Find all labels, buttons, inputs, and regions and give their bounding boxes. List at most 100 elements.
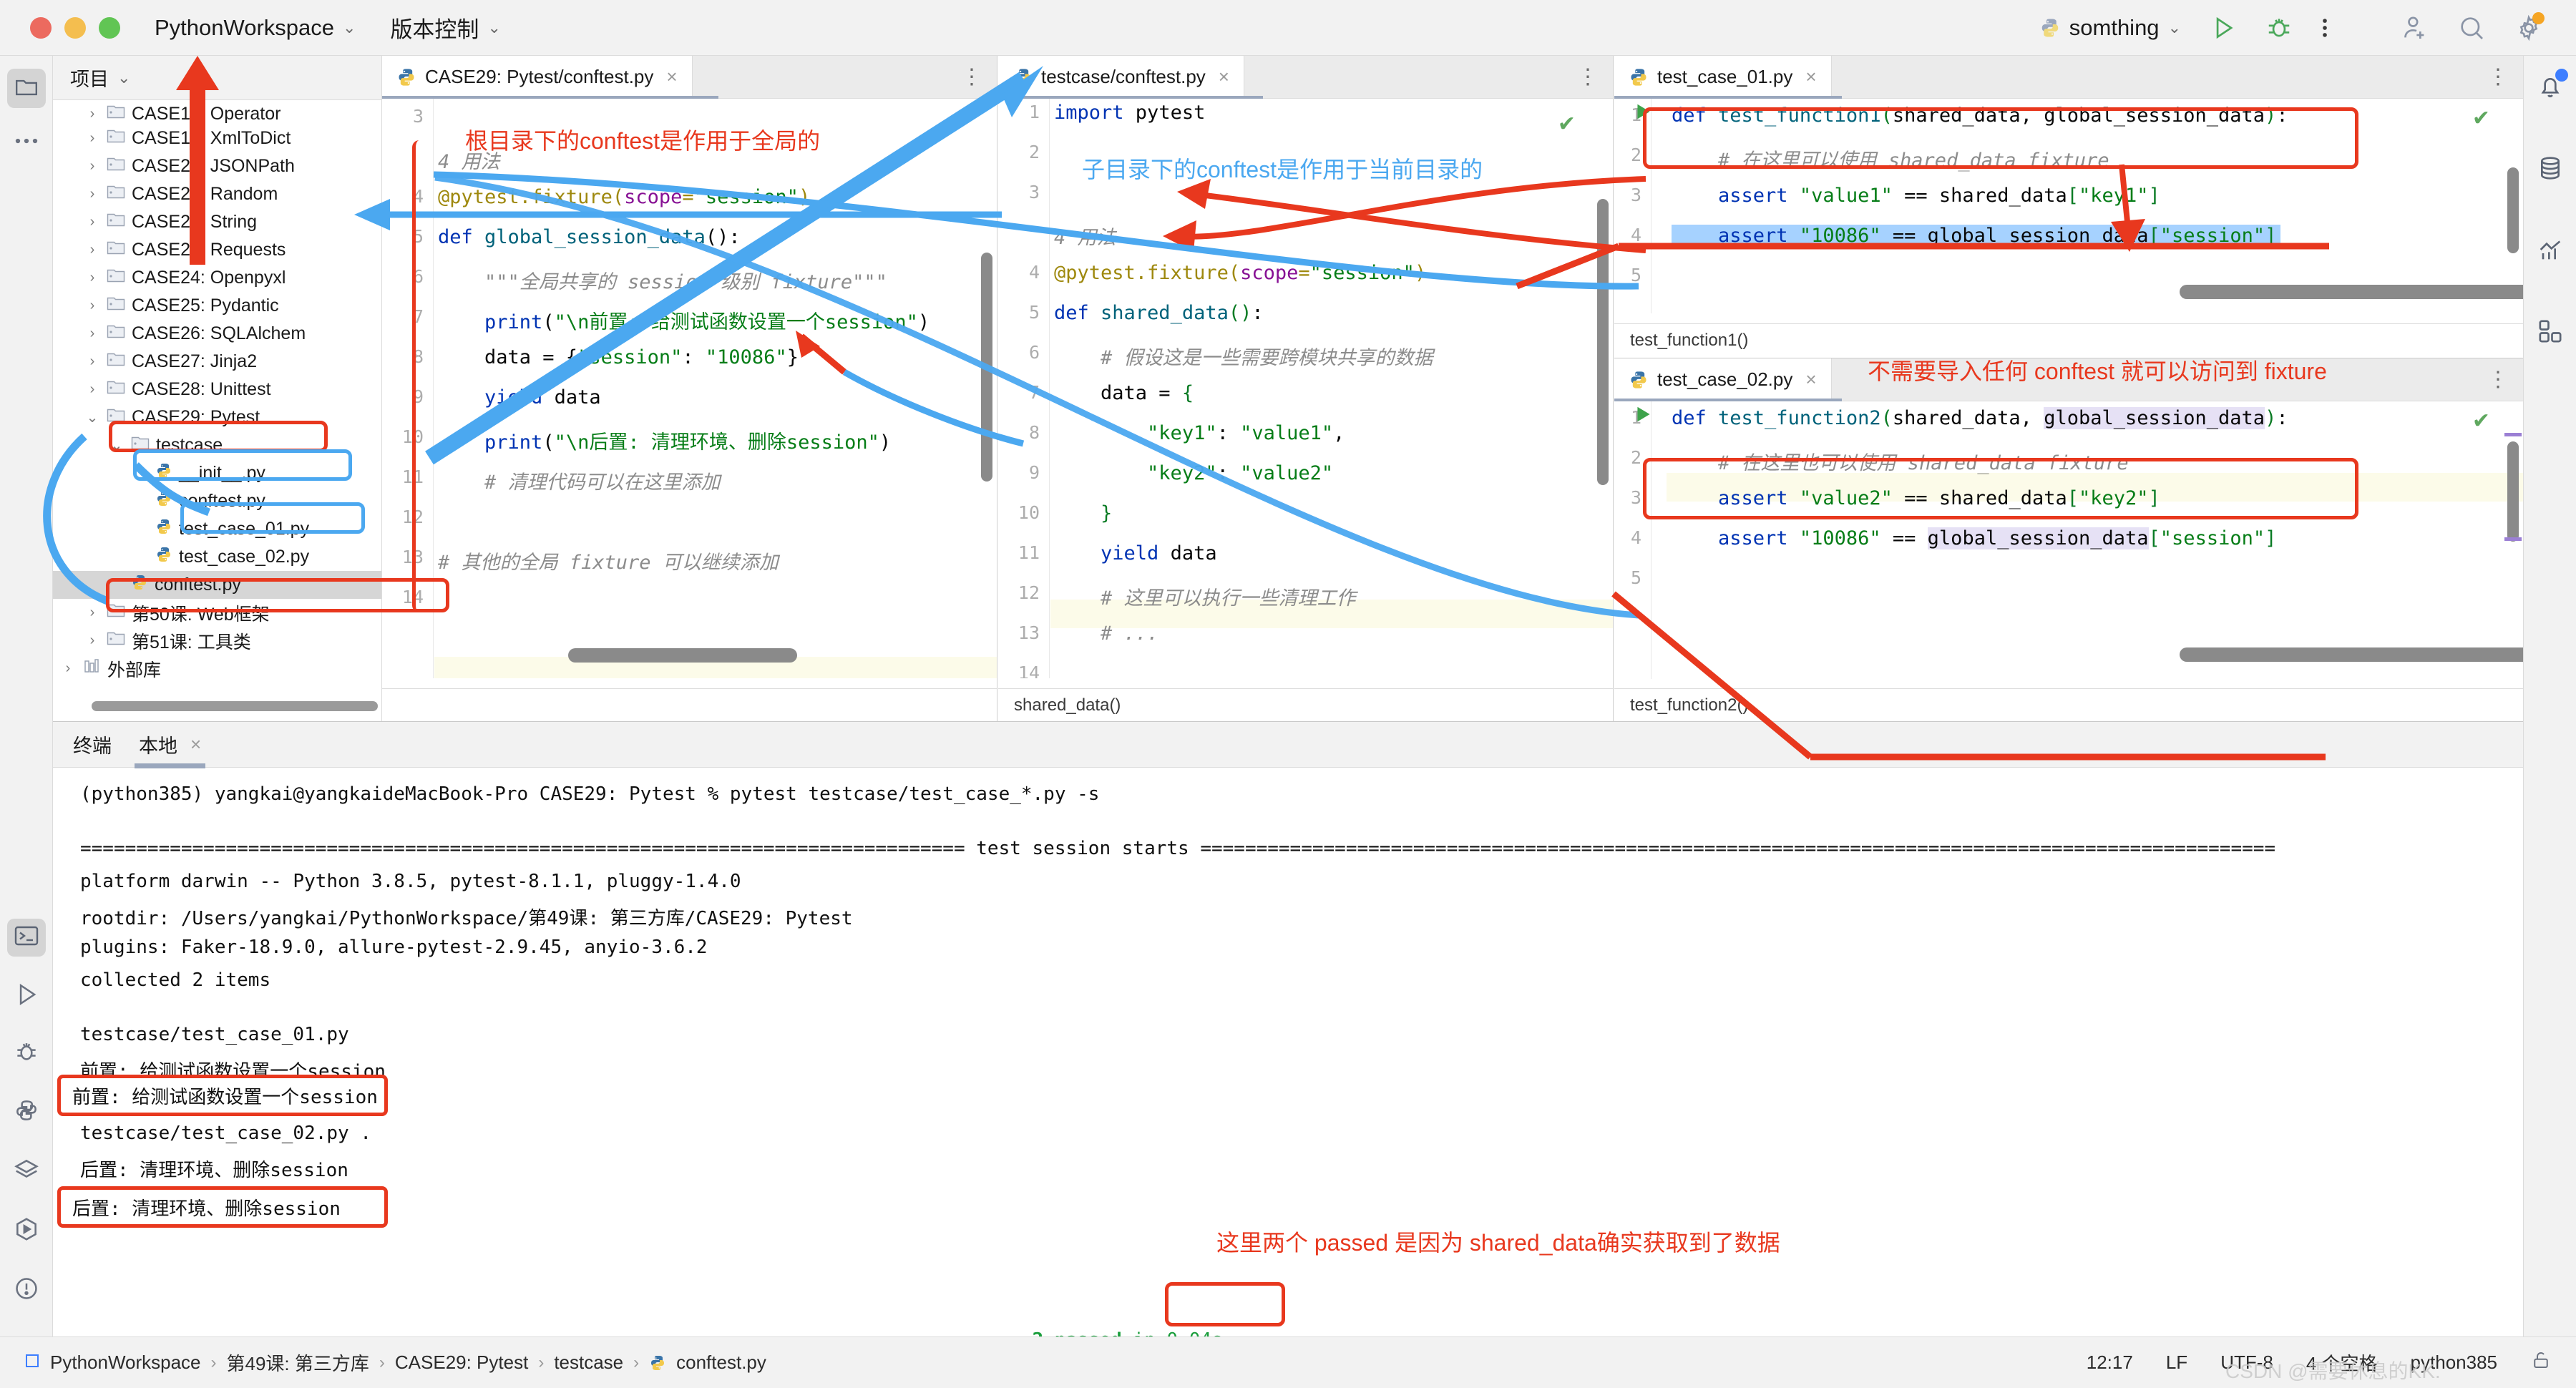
time-indicator[interactable]: 12:17 — [2087, 1352, 2133, 1374]
chevron-right-icon[interactable]: › — [84, 353, 100, 370]
debug-tool-button[interactable] — [0, 1025, 53, 1078]
tree-item-case25-pydantic[interactable]: › CASE25: Pydantic — [53, 292, 381, 320]
folder-icon — [107, 185, 125, 199]
code-line: assert "10086" == global_session_data["s… — [1672, 225, 2281, 247]
run-icon[interactable] — [2210, 14, 2237, 41]
close-icon[interactable]: × — [190, 733, 201, 756]
run-tool-button[interactable] — [0, 968, 53, 1021]
editor-more-icon[interactable]: ⋮ — [947, 56, 997, 98]
chevron-right-icon[interactable]: › — [84, 605, 100, 621]
vertical-scrollbar[interactable] — [1597, 199, 1609, 485]
plugins-icon[interactable] — [2524, 305, 2576, 358]
vertical-scrollbar[interactable] — [981, 253, 992, 482]
horizontal-scrollbar[interactable] — [568, 648, 797, 663]
chevron-right-icon[interactable]: › — [84, 326, 100, 342]
tree-item-51[interactable]: › 第51课: 工具类 — [53, 627, 381, 655]
terminal-tool-button[interactable] — [0, 911, 53, 964]
chevron-down-icon[interactable]: ⌄ — [84, 409, 100, 426]
search-icon[interactable] — [2457, 14, 2486, 42]
close-icon[interactable]: × — [1805, 368, 1816, 391]
chevron-right-icon[interactable]: › — [84, 186, 100, 202]
breadcrumb-item[interactable]: CASE29: Pytest — [395, 1352, 528, 1374]
editor-more-icon[interactable]: ⋮ — [1563, 56, 1613, 98]
tree-item-test-case-02-py[interactable]: test_case_02.py — [53, 543, 381, 571]
close-icon[interactable]: × — [1219, 66, 1229, 88]
more-icon[interactable] — [2321, 16, 2328, 40]
window-controls[interactable] — [30, 16, 120, 39]
chevron-right-icon[interactable]: › — [84, 106, 100, 122]
code-line: @pytest.fixture(scope="session") — [1054, 262, 1427, 284]
more-tools-button[interactable] — [0, 114, 53, 167]
run-configuration-selector[interactable]: somthing ⌄ — [2039, 15, 2181, 41]
run-test-gutter-icon[interactable] — [1636, 406, 1652, 428]
chevron-right-icon[interactable]: › — [84, 270, 100, 286]
python-console-button[interactable] — [0, 1084, 53, 1137]
tree-item-case23-requests[interactable]: › CASE23: Requests — [53, 236, 381, 264]
inspection-ok-icon: ✔ — [1557, 112, 1576, 136]
project-panel-header[interactable]: 项目 ⌄ — [53, 56, 381, 100]
chevron-right-icon[interactable]: › — [84, 242, 100, 258]
horizontal-scrollbar[interactable] — [2180, 647, 2523, 662]
tree-item-case18-operator[interactable]: › CASE18: Operator — [53, 103, 381, 124]
tree-item-case28-unittest[interactable]: › CASE28: Unittest — [53, 376, 381, 404]
breadcrumb-item[interactable]: testcase — [554, 1352, 623, 1374]
tree-item-case26-sqlalchem[interactable]: › CASE26: SQLAlchem — [53, 320, 381, 348]
debug-icon[interactable] — [2265, 14, 2293, 41]
horizontal-scrollbar[interactable] — [2180, 285, 2523, 299]
editor-test-case-02: test_case_02.py × ⋮ ✔ 1 def test_function… — [1614, 358, 2523, 721]
vertical-scrollbar[interactable] — [2507, 441, 2519, 542]
lock-icon[interactable] — [2530, 1349, 2552, 1376]
database-icon[interactable] — [2524, 142, 2576, 195]
breadcrumb-item[interactable]: PythonWorkspace — [50, 1352, 201, 1374]
tree-item-case20-jsonpath[interactable]: › CASE20: JSONPath — [53, 152, 381, 180]
chevron-right-icon[interactable]: › — [84, 298, 100, 314]
editor-more-icon[interactable]: ⋮ — [2473, 56, 2523, 98]
tab-test-case-01[interactable]: test_case_01.py × — [1614, 56, 1832, 98]
chevron-right-icon[interactable]: › — [60, 660, 76, 677]
breadcrumb-item[interactable]: conftest.py — [676, 1352, 766, 1374]
run-anything-icon[interactable] — [0, 1203, 53, 1256]
breadcrumb[interactable]: PythonWorkspace › 第49课: 第三方库 › CASE29: Pytes… — [50, 1349, 766, 1376]
minimize-window-button[interactable] — [64, 16, 86, 39]
chevron-right-icon[interactable]: › — [84, 214, 100, 230]
code-view[interactable]: ✔ 1 def test_function2(shared_data, globa… — [1614, 401, 2523, 679]
chevron-right-icon[interactable]: › — [84, 632, 100, 649]
vcs-selector[interactable]: 版本控制 ⌄ — [390, 11, 500, 44]
folder-icon — [107, 156, 125, 177]
editor-more-icon[interactable]: ⋮ — [2473, 358, 2523, 401]
tree-item-case24-openpyxl[interactable]: › CASE24: Openpyxl — [53, 264, 381, 292]
project-tool-button[interactable] — [0, 62, 53, 114]
vertical-scrollbar[interactable] — [2507, 167, 2519, 253]
editor-breadcrumb: shared_data() — [998, 688, 1613, 721]
tree-item-case19-xmltodict[interactable]: › CASE19: XmlToDict — [53, 124, 381, 152]
maximize-window-button[interactable] — [99, 16, 120, 39]
tree-horizontal-scrollbar[interactable] — [92, 701, 378, 711]
project-selector[interactable]: PythonWorkspace ⌄ — [155, 15, 356, 41]
add-user-icon[interactable] — [2400, 14, 2429, 42]
tree-item-[interactable]: › 外部库 — [53, 655, 381, 683]
line-separator-indicator[interactable]: LF — [2166, 1352, 2187, 1374]
notifications-button[interactable] — [2524, 60, 2576, 113]
chevron-right-icon[interactable]: › — [84, 381, 100, 398]
breadcrumb-label: shared_data() — [1014, 695, 1121, 715]
chevron-right-icon[interactable]: › — [84, 130, 100, 147]
breadcrumb-item[interactable]: 第49课: 第三方库 — [227, 1349, 369, 1376]
tab-conftest-testcase[interactable]: testcase/conftest.py × — [998, 56, 1244, 98]
close-icon[interactable]: × — [1805, 66, 1816, 88]
chevron-right-icon[interactable]: › — [84, 158, 100, 175]
close-window-button[interactable] — [30, 16, 52, 39]
terminal-tab-local[interactable]: 本地 × — [134, 730, 206, 768]
close-icon[interactable]: × — [666, 66, 677, 88]
tab-conftest-root[interactable]: CASE29: Pytest/conftest.py × — [382, 56, 693, 98]
tree-item-case27-jinja2[interactable]: › CASE27: Jinja2 — [53, 348, 381, 376]
tree-item-case21-random[interactable]: › CASE21: Random — [53, 180, 381, 208]
code-view[interactable]: 34 用法 4 @pytest.fixture(scope="session") 5 d… — [382, 99, 997, 678]
profiler-icon[interactable] — [2524, 223, 2576, 276]
settings-icon[interactable] — [2514, 11, 2545, 42]
problems-icon[interactable] — [0, 1262, 53, 1315]
services-icon[interactable] — [0, 1143, 53, 1196]
tab-test-case-02[interactable]: test_case_02.py × — [1614, 358, 1832, 401]
tree-item-case22-string[interactable]: › CASE22: String — [53, 208, 381, 236]
code-line: yield data — [484, 386, 601, 409]
code-view[interactable]: ✔ 1 import pytest 2 3 4 用法 4 @pytest.fixture(s… — [998, 99, 1613, 678]
